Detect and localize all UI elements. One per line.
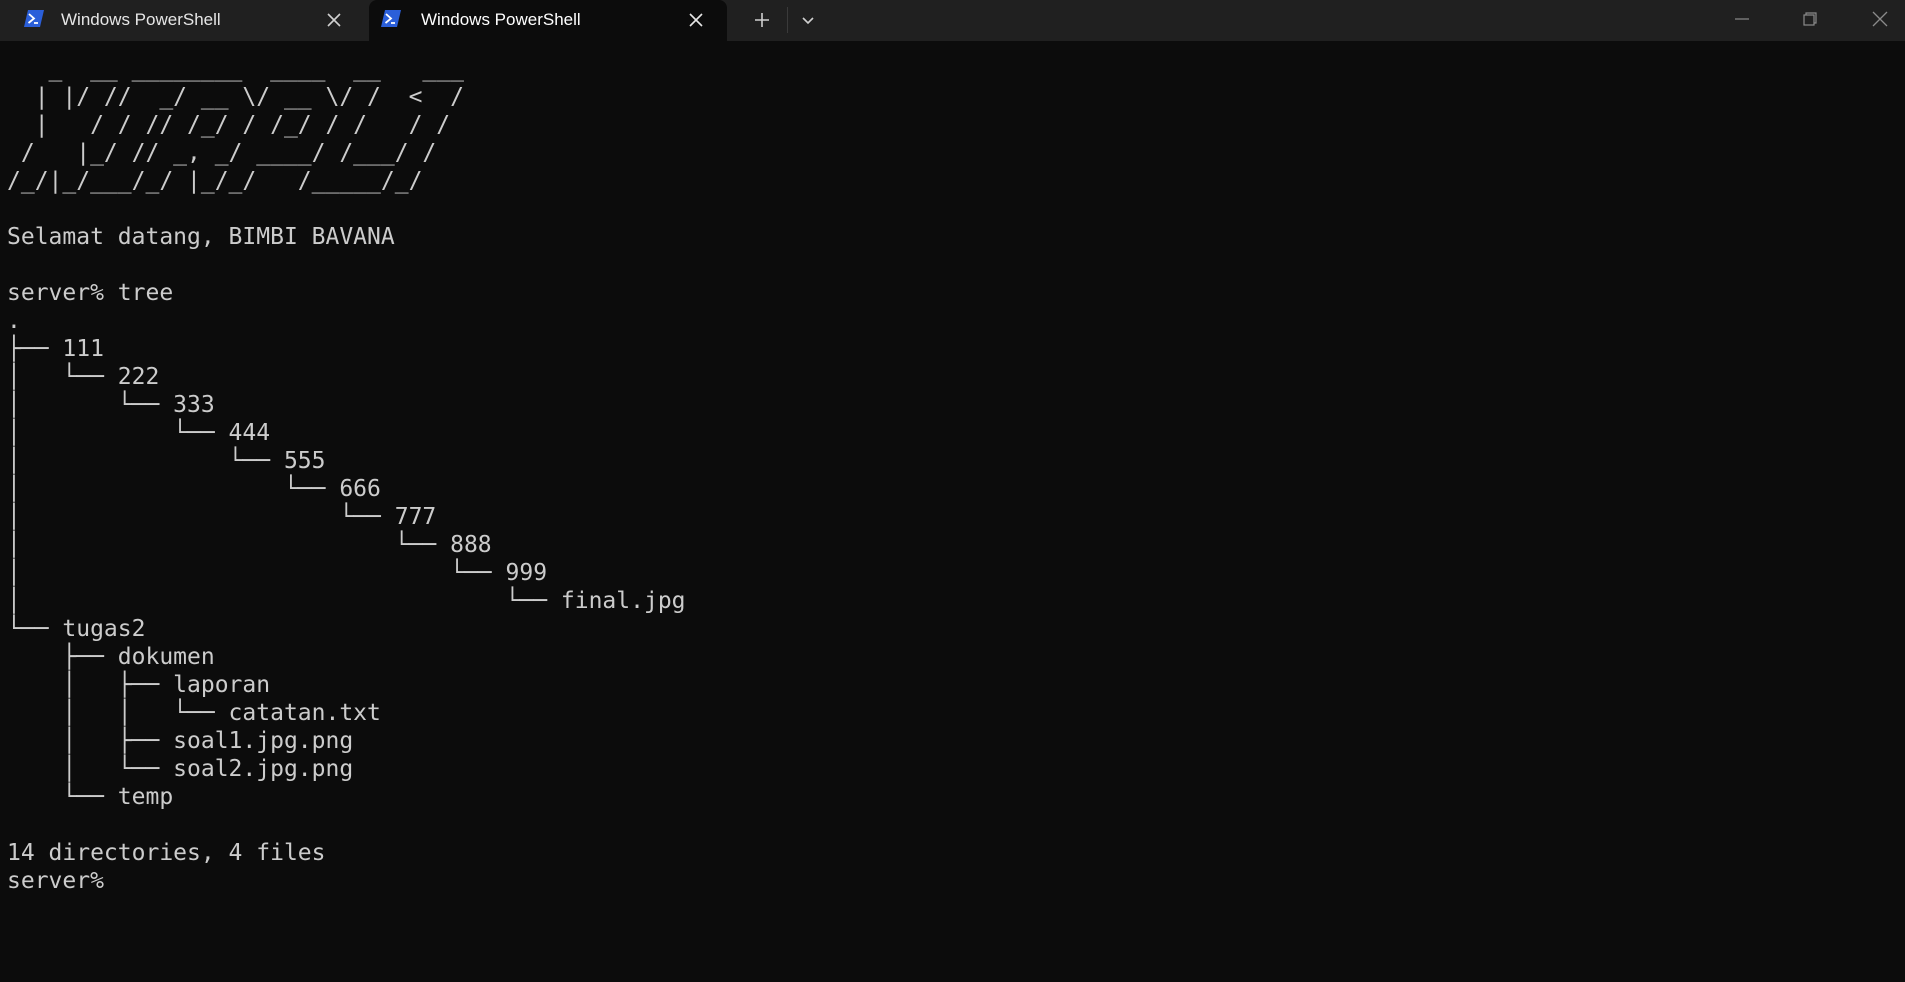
new-tab-plus-icon[interactable] (748, 6, 776, 34)
tree-line: │ └── 222 (7, 364, 160, 390)
restore-icon[interactable] (1795, 4, 1825, 34)
tree-line: │ │ └── catatan.txt (7, 700, 381, 726)
tab-powershell-1[interactable]: Windows PowerShell (0, 0, 358, 41)
powershell-icon (381, 10, 401, 27)
ascii-banner-line: | / / // /_/ / /_/ / / / / (7, 112, 451, 138)
tree-line: ├── dokumen (7, 644, 215, 670)
welcome-message: Selamat datang, BIMBI BAVANA (7, 224, 395, 250)
tab-title: Windows PowerShell (61, 10, 221, 29)
tab-title: Windows PowerShell (421, 10, 581, 29)
tab-close-icon[interactable] (325, 11, 343, 29)
command-line: server% tree (7, 280, 174, 306)
tree-line: │ ├── soal1.jpg.png (7, 728, 354, 754)
tree-line: └── tugas2 (7, 616, 146, 642)
tree-line: │ └── 444 (7, 420, 271, 446)
terminal-output[interactable]: _ __ ________ ____ __ ___ | |/ // _/ __ … (0, 41, 1905, 982)
tree-line: │ └── 999 (7, 560, 548, 586)
tree-line: │ └── soal2.jpg.png (7, 756, 354, 782)
tab-powershell-2[interactable]: Windows PowerShell (369, 0, 727, 41)
ascii-banner-line: /_/|_/___/_/ |_/_/ /_____/_/ (7, 168, 423, 194)
ascii-banner-line: | |/ // _/ __ \/ __ \/ / < / (7, 84, 464, 110)
window-close-icon[interactable] (1865, 4, 1895, 34)
terminal-text: _ __ ________ ____ __ ___ | |/ // _/ __ … (7, 55, 686, 895)
tree-summary: 14 directories, 4 files (7, 840, 326, 866)
ascii-banner-line: _ __ ________ ____ __ ___ (7, 56, 464, 82)
ascii-banner-line: / |_/ // _, _/ ____/ /___/ / (7, 140, 437, 166)
tab-close-icon[interactable] (687, 11, 705, 29)
powershell-icon (24, 10, 44, 27)
tab-bar: Windows PowerShell Windows PowerShell (0, 0, 1905, 41)
tree-line: └── temp (7, 784, 174, 810)
tree-line: ├── 111 (7, 336, 104, 362)
tree-line: │ └── 666 (7, 476, 381, 502)
tree-line: │ └── 888 (7, 532, 492, 558)
tab-separator (787, 7, 788, 33)
chevron-down-icon[interactable] (797, 6, 819, 34)
tree-line: │ └── 555 (7, 448, 326, 474)
tree-line: . (7, 308, 21, 334)
tree-line: │ └── final.jpg (7, 588, 686, 614)
tree-line: │ └── 333 (7, 392, 215, 418)
tree-line: │ └── 777 (7, 504, 437, 530)
minimize-icon[interactable] (1727, 4, 1757, 34)
command-prompt[interactable]: server% (7, 867, 686, 895)
tree-line: │ ├── laporan (7, 672, 271, 698)
